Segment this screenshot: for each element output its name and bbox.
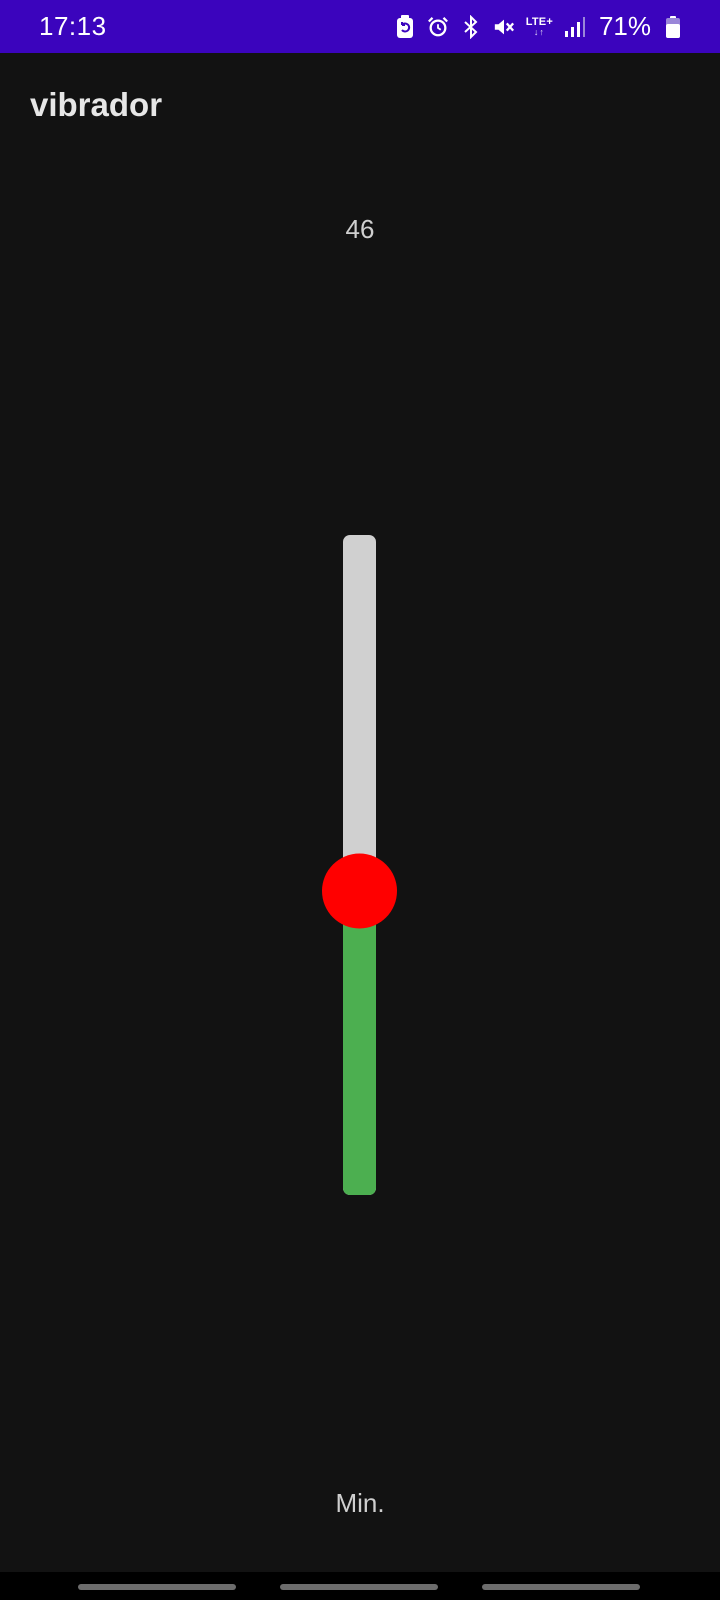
vibrate-mute-icon	[493, 14, 515, 40]
lte-icon: LTE+ ↓↑	[525, 15, 553, 37]
vertical-intensity-slider[interactable]	[322, 535, 397, 1195]
nav-pill-home[interactable]	[280, 1584, 438, 1590]
slider-fill	[343, 891, 376, 1195]
network-type-label: LTE+	[525, 15, 553, 28]
gesture-nav-bar	[0, 1572, 720, 1600]
status-bar: 17:13 LTE+ ↓↑ 71%	[0, 0, 720, 53]
battery-saver-icon	[394, 14, 416, 40]
status-icons: LTE+ ↓↑ 71%	[394, 11, 684, 42]
alarm-icon	[427, 14, 449, 40]
bluetooth-icon	[460, 14, 482, 40]
signal-icon	[564, 14, 586, 40]
nav-pill-back[interactable]	[482, 1584, 640, 1590]
battery-icon	[662, 14, 684, 40]
app-title: vibrador	[30, 86, 163, 123]
battery-percent: 71%	[598, 11, 651, 41]
slider-value-readout: 46	[345, 214, 375, 244]
status-time: 17:13	[39, 11, 107, 41]
nav-pill-recents[interactable]	[78, 1584, 236, 1590]
slider-min-label: Min.	[335, 1488, 385, 1518]
slider-thumb[interactable]	[322, 853, 397, 929]
network-activity-arrows: ↓↑	[533, 26, 545, 37]
